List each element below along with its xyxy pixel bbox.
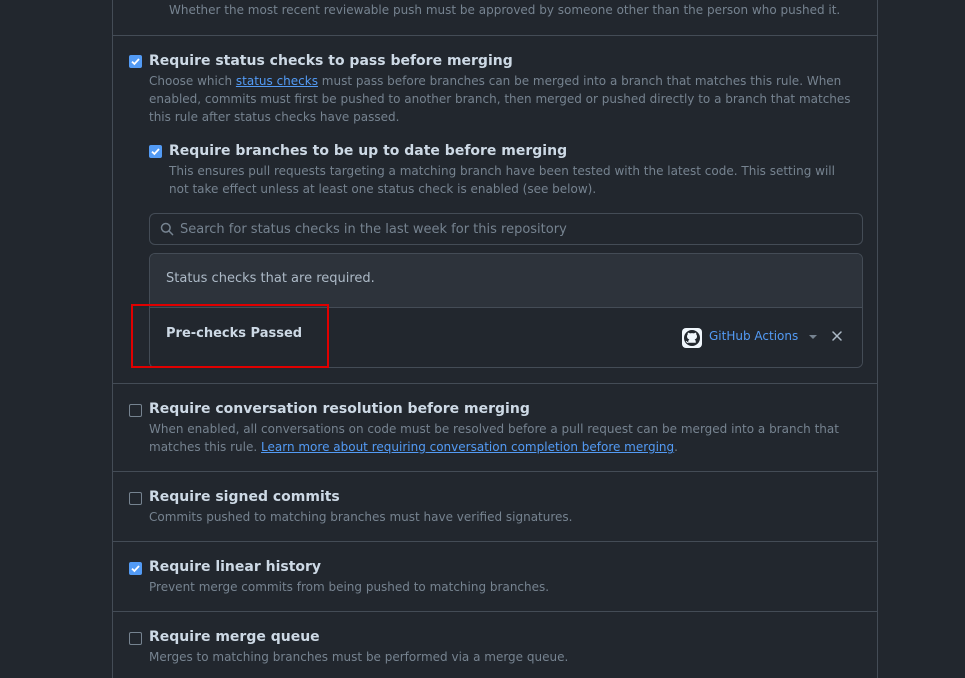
- divider: [113, 471, 877, 472]
- highlight-box: [131, 304, 329, 368]
- up-to-date-checkbox[interactable]: [149, 145, 162, 158]
- learn-more-link[interactable]: Learn more about requiring conversation …: [261, 440, 674, 454]
- status-checks-checkbox[interactable]: [129, 55, 142, 68]
- github-icon: [682, 328, 702, 348]
- conversation-resolution-title: Require conversation resolution before m…: [149, 401, 530, 417]
- approval-description: Whether the most recent reviewable push …: [169, 3, 841, 17]
- check-icon: [131, 565, 140, 573]
- divider: [113, 541, 877, 542]
- required-checks-header: Status checks that are required.: [150, 254, 862, 308]
- signed-commits-description: Commits pushed to matching branches must…: [149, 510, 573, 524]
- signed-commits-title: Require signed commits: [149, 489, 340, 505]
- check-icon: [131, 58, 140, 66]
- status-checks-link[interactable]: status checks: [236, 74, 318, 88]
- divider: [113, 35, 877, 36]
- check-icon: [151, 148, 160, 156]
- status-checks-description: Choose which status checks must pass bef…: [149, 74, 851, 124]
- merge-queue-checkbox[interactable]: [129, 632, 142, 645]
- chevron-down-icon[interactable]: [809, 335, 817, 339]
- search-icon: [160, 222, 174, 236]
- divider: [113, 383, 877, 384]
- required-checks-header-text: Status checks that are required.: [166, 271, 375, 286]
- status-check-search: [149, 213, 863, 245]
- linear-history-description: Prevent merge commits from being pushed …: [149, 580, 550, 594]
- linear-history-title: Require linear history: [149, 559, 322, 575]
- divider: [113, 611, 877, 612]
- merge-queue-title: Require merge queue: [149, 629, 320, 645]
- conversation-resolution-description: When enabled, all conversations on code …: [149, 422, 839, 454]
- source-app-link[interactable]: GitHub Actions: [709, 329, 798, 343]
- up-to-date-title: Require branches to be up to date before…: [169, 143, 568, 159]
- search-input[interactable]: [180, 214, 850, 244]
- up-to-date-description: This ensures pull requests targeting a m…: [169, 164, 835, 196]
- merge-queue-description: Merges to matching branches must be perf…: [149, 650, 569, 664]
- status-checks-title: Require status checks to pass before mer…: [149, 53, 513, 69]
- conversation-resolution-checkbox[interactable]: [129, 404, 142, 417]
- signed-commits-checkbox[interactable]: [129, 492, 142, 505]
- close-icon[interactable]: [832, 331, 842, 341]
- linear-history-checkbox[interactable]: [129, 562, 142, 575]
